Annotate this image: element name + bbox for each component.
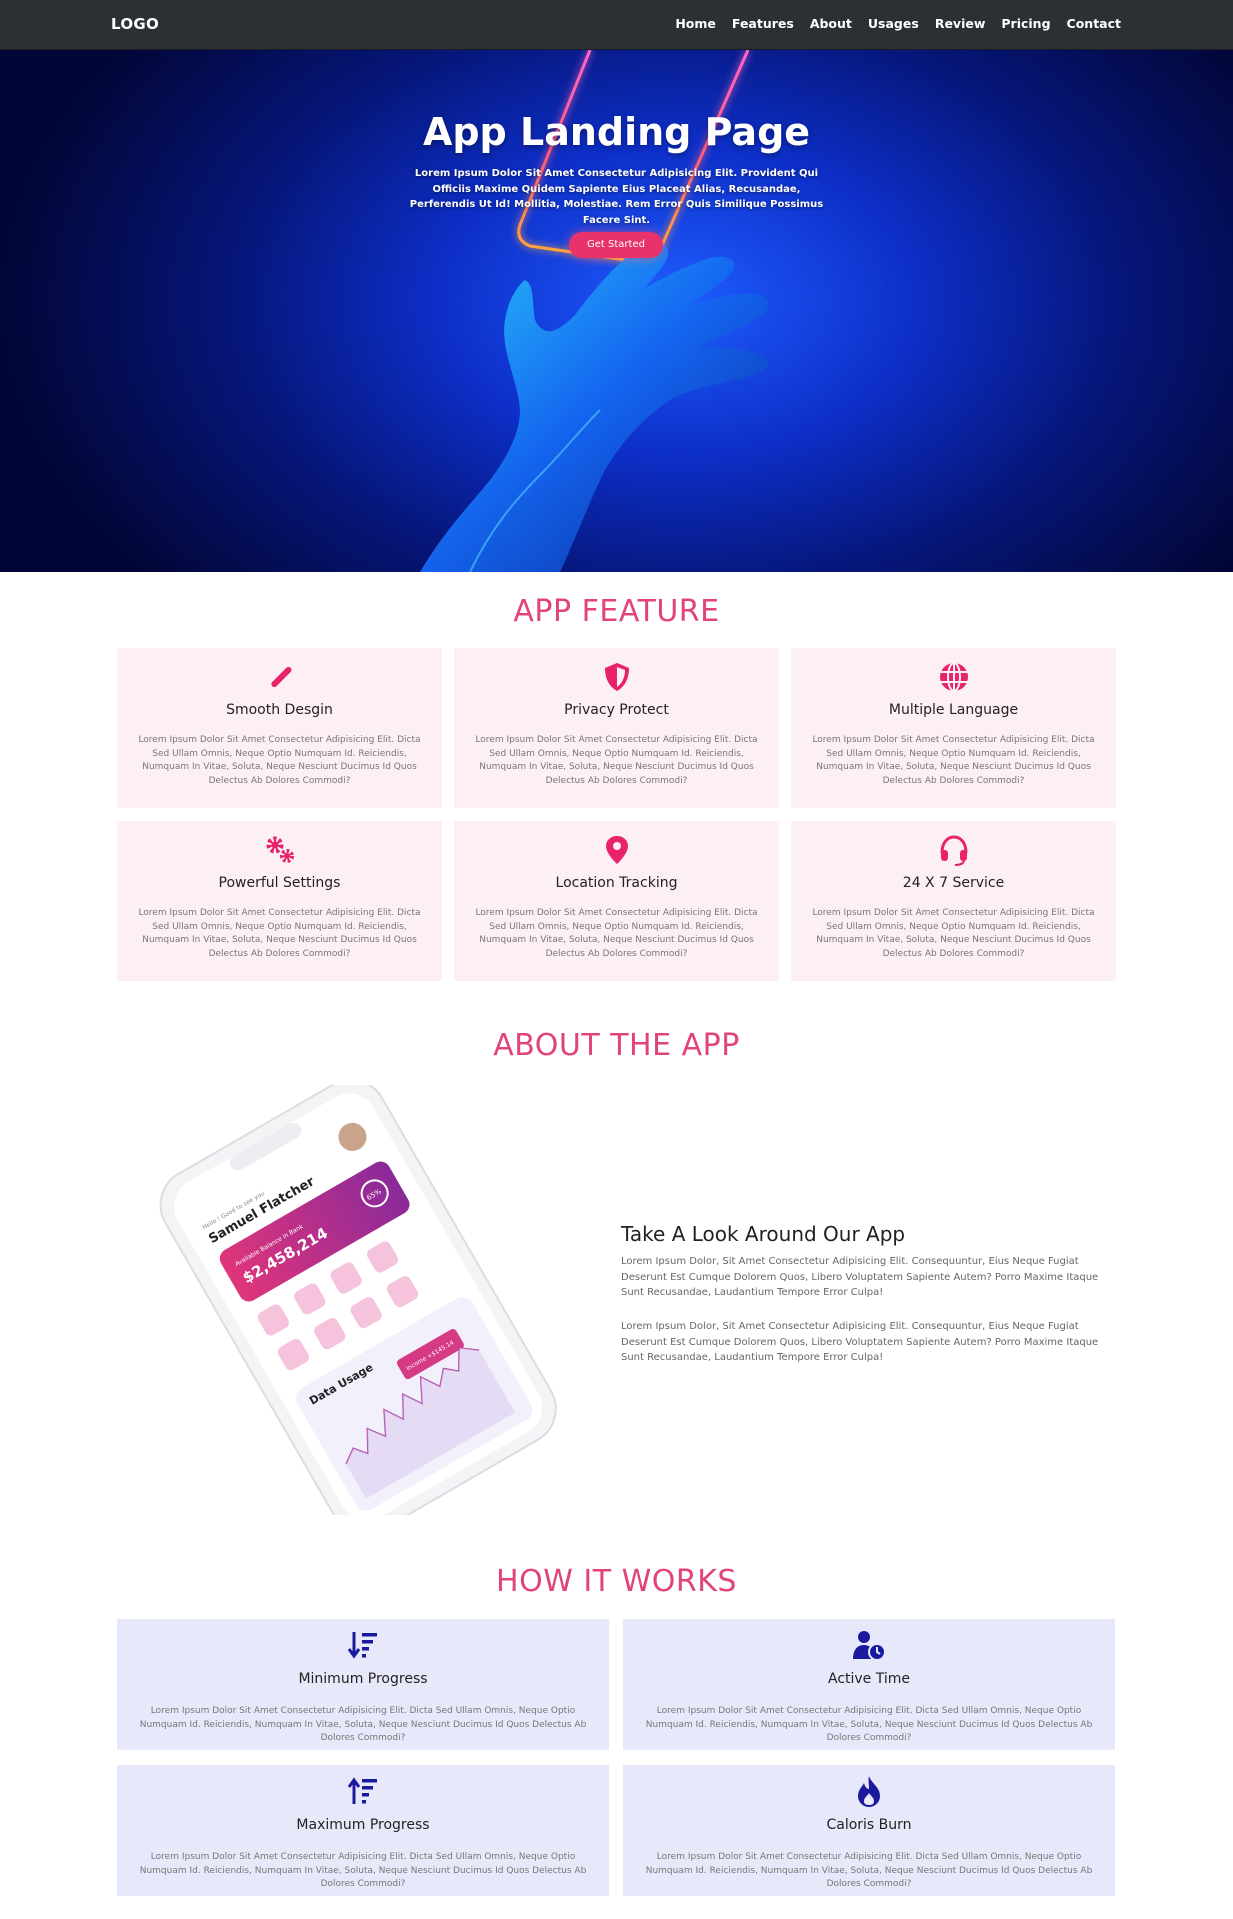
- about-heading: Take A Look Around Our App: [621, 1222, 906, 1246]
- magic-wand-icon: [271, 666, 292, 688]
- feature-description: Lorem Ipsum Dolor Sit Amet Consectetur A…: [138, 908, 421, 959]
- feature-description: Lorem Ipsum Dolor Sit Amet Consectetur A…: [812, 735, 1095, 786]
- fire-icon: [858, 1776, 880, 1807]
- how-card-title: Minimum Progress: [298, 1671, 428, 1687]
- feature-card: Location Tracking Lorem Ipsum Dolor Sit …: [454, 821, 779, 981]
- how-card: Active Time Lorem Ipsum Dolor Sit Amet C…: [623, 1619, 1115, 1750]
- headset-icon: [940, 835, 968, 866]
- nav-link-home[interactable]: Home: [675, 16, 716, 31]
- sort-up-icon: [347, 1777, 377, 1804]
- feature-description: Lorem Ipsum Dolor Sit Amet Consectetur A…: [475, 735, 758, 786]
- nav-link-pricing[interactable]: Pricing: [1001, 16, 1050, 31]
- feature-card: Multiple Language Lorem Ipsum Dolor Sit …: [791, 648, 1116, 808]
- hero-title: App Landing Page: [422, 110, 811, 154]
- user-clock-icon: [853, 1631, 886, 1661]
- get-started-button[interactable]: Get Started: [569, 232, 663, 258]
- how-card-title: Caloris Burn: [826, 1817, 912, 1833]
- feature-title: 24 X 7 Service: [902, 875, 1005, 891]
- how-card-description: Lorem Ipsum Dolor Sit Amet Consectetur A…: [139, 1706, 587, 1743]
- feature-title: Privacy Protect: [564, 702, 669, 718]
- navbar: LOGO Home Features About Usages Review P…: [0, 0, 1233, 50]
- sort-down-icon: [347, 1632, 377, 1659]
- nav-link-usages[interactable]: Usages: [868, 16, 919, 31]
- nav-link-review[interactable]: Review: [935, 16, 986, 31]
- how-card-description: Lorem Ipsum Dolor Sit Amet Consectetur A…: [139, 1852, 587, 1889]
- phone-mockup: Hello ! Good to see you Samuel Flatcher …: [159, 1085, 557, 1515]
- about-title: ABOUT THE APP: [493, 1028, 740, 1063]
- feature-title: Smooth Desgin: [226, 702, 333, 718]
- how-title: HOW IT WORKS: [496, 1564, 737, 1599]
- about-paragraph-1: Lorem Ipsum Dolor, Sit Amet Consectetur …: [621, 1256, 1099, 1298]
- feature-card: Privacy Protect Lorem Ipsum Dolor Sit Am…: [454, 648, 779, 808]
- how-card-description: Lorem Ipsum Dolor Sit Amet Consectetur A…: [645, 1706, 1093, 1743]
- hero-section: App Landing Page Lorem Ipsum Dolor Sit A…: [0, 50, 1233, 572]
- shield-icon: [605, 663, 629, 691]
- nav-menu: Home Features About Usages Review Pricin…: [675, 16, 1121, 31]
- feature-description: Lorem Ipsum Dolor Sit Amet Consectetur A…: [475, 908, 758, 959]
- how-card: Maximum Progress Lorem Ipsum Dolor Sit A…: [117, 1765, 609, 1896]
- how-card-title: Active Time: [827, 1671, 911, 1687]
- logo[interactable]: LOGO: [111, 15, 159, 33]
- feature-description: Lorem Ipsum Dolor Sit Amet Consectetur A…: [812, 908, 1095, 959]
- feature-description: Lorem Ipsum Dolor Sit Amet Consectetur A…: [138, 735, 421, 786]
- how-card: Caloris Burn Lorem Ipsum Dolor Sit Amet …: [623, 1765, 1115, 1896]
- globe-icon: [940, 662, 968, 692]
- feature-card: 24 X 7 Service Lorem Ipsum Dolor Sit Ame…: [791, 821, 1116, 981]
- about-paragraph-2: Lorem Ipsum Dolor, Sit Amet Consectetur …: [621, 1321, 1099, 1363]
- hero-description: Lorem Ipsum Dolor Sit Amet Consectetur A…: [409, 168, 824, 226]
- nav-link-features[interactable]: Features: [732, 16, 794, 31]
- how-card-title: Maximum Progress: [296, 1817, 430, 1833]
- nav-link-contact[interactable]: Contact: [1067, 16, 1121, 31]
- features-title: APP FEATURE: [513, 594, 720, 629]
- feature-title: Powerful Settings: [218, 875, 341, 891]
- map-pin-icon: [606, 836, 628, 864]
- feature-title: Multiple Language: [888, 702, 1019, 718]
- feature-title: Location Tracking: [555, 875, 678, 891]
- how-card-description: Lorem Ipsum Dolor Sit Amet Consectetur A…: [645, 1852, 1093, 1889]
- nav-link-about[interactable]: About: [810, 16, 852, 31]
- feature-card: Powerful Settings Lorem Ipsum Dolor Sit …: [117, 821, 442, 981]
- feature-card: Smooth Desgin Lorem Ipsum Dolor Sit Amet…: [117, 648, 442, 808]
- how-card: Minimum Progress Lorem Ipsum Dolor Sit A…: [117, 1619, 609, 1750]
- cogs-icon: [266, 836, 294, 863]
